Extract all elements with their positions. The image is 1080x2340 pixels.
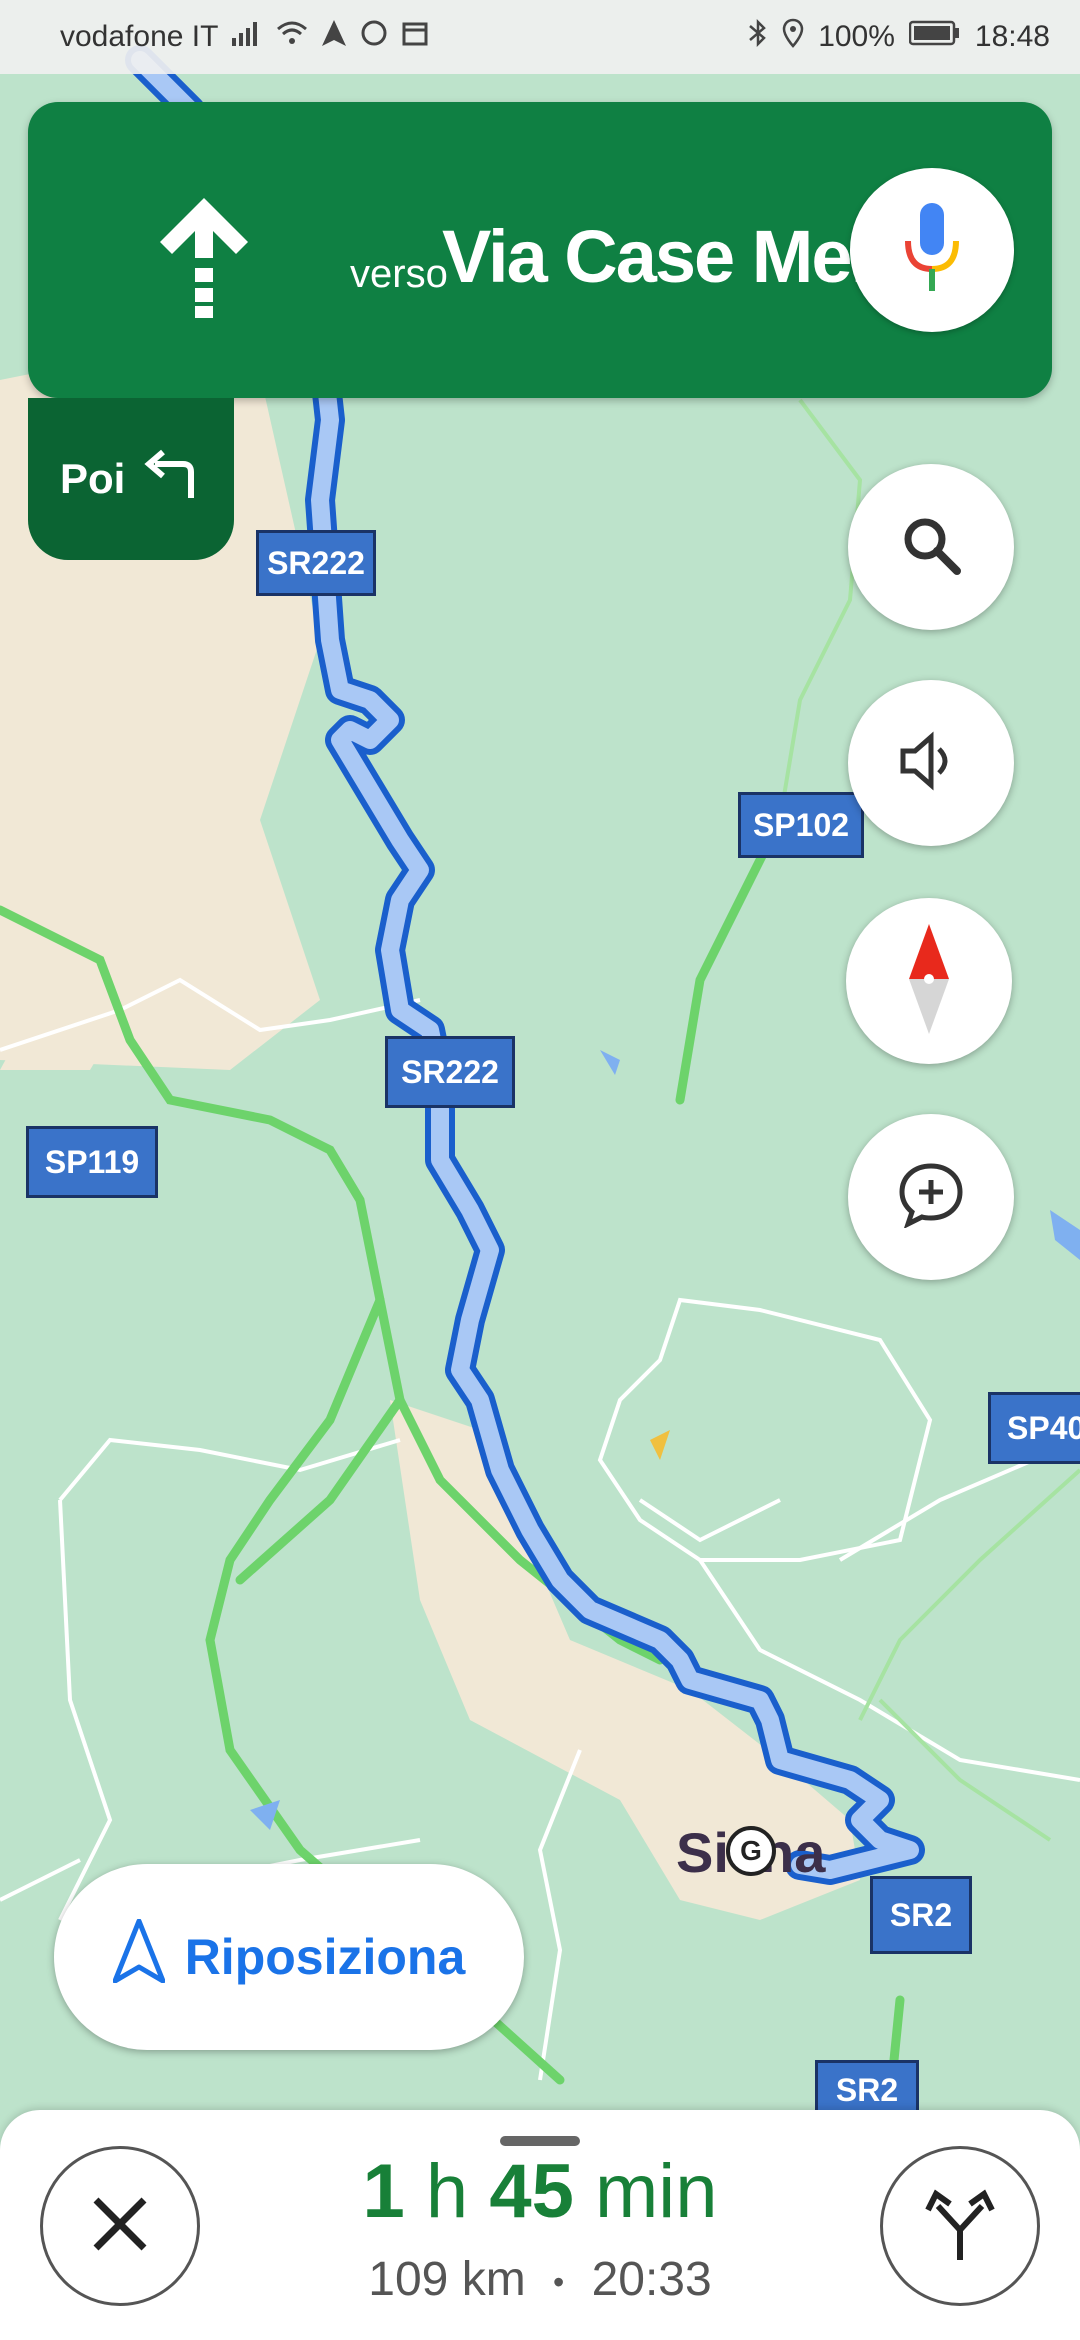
road-shield: SP40 <box>988 1392 1080 1464</box>
road-shield: SR222 <box>385 1036 515 1108</box>
next-turn-card[interactable]: Poi <box>28 398 234 560</box>
navigation-instruction-card[interactable]: verso Via Case Melli <box>28 102 1052 398</box>
street-name: Via Case Melli <box>442 215 908 298</box>
add-report-button[interactable] <box>848 1114 1014 1280</box>
calendar-icon <box>402 20 428 54</box>
separator-dot: • <box>553 2263 565 2300</box>
eta-hours: 1 <box>362 2149 405 2234</box>
road-shield: SP102 <box>738 792 864 858</box>
add-comment-icon <box>896 1162 966 1233</box>
road-shield: SR222 <box>256 530 376 596</box>
then-label: Poi <box>60 455 126 502</box>
volume-icon <box>899 730 963 796</box>
microphone-icon <box>904 202 960 298</box>
battery-percent: 100% <box>818 20 895 53</box>
status-bar: vodafone IT 100% 18:48 <box>0 0 1080 74</box>
battery-icon <box>908 20 961 54</box>
navigation-arrow-icon <box>112 1918 166 1995</box>
direction-prefix: verso <box>350 252 448 296</box>
eta-hours-unit: h <box>425 2149 469 2234</box>
recenter-button[interactable]: Riposiziona <box>54 1864 524 2050</box>
compass-icon <box>907 923 951 1039</box>
recenter-label: Riposiziona <box>184 1929 466 1985</box>
search-icon <box>899 513 963 582</box>
whatsapp-icon <box>360 19 388 55</box>
eta-minutes: 45 <box>489 2149 574 2234</box>
signal-icon <box>232 20 262 54</box>
route-fork-icon <box>920 2184 1000 2269</box>
sound-button[interactable] <box>848 680 1014 846</box>
trip-summary-sheet[interactable]: 1 h 45 min 109 km • 20:33 <box>0 2110 1080 2340</box>
road-shield: SR2 <box>870 1876 972 1954</box>
alternate-routes-button[interactable] <box>880 2146 1040 2306</box>
clock: 18:48 <box>974 20 1050 53</box>
carrier-label: vodafone IT <box>60 20 219 53</box>
voice-search-button[interactable] <box>850 168 1014 332</box>
location-pin-icon <box>782 18 804 56</box>
place-marker[interactable]: G <box>726 1826 776 1876</box>
straight-arrow-icon <box>158 198 250 323</box>
compass-button[interactable] <box>846 898 1012 1064</box>
arrival-time: 20:33 <box>591 2253 712 2306</box>
turn-left-icon <box>141 448 199 510</box>
location-arrow-icon <box>322 20 347 54</box>
trip-distance: 109 km <box>368 2253 526 2306</box>
drag-handle[interactable] <box>500 2136 580 2146</box>
eta-minutes-unit: min <box>595 2149 718 2234</box>
wifi-icon <box>276 20 308 54</box>
search-button[interactable] <box>848 464 1014 630</box>
bluetooth-icon <box>748 18 768 56</box>
road-shield: SP119 <box>26 1126 158 1198</box>
